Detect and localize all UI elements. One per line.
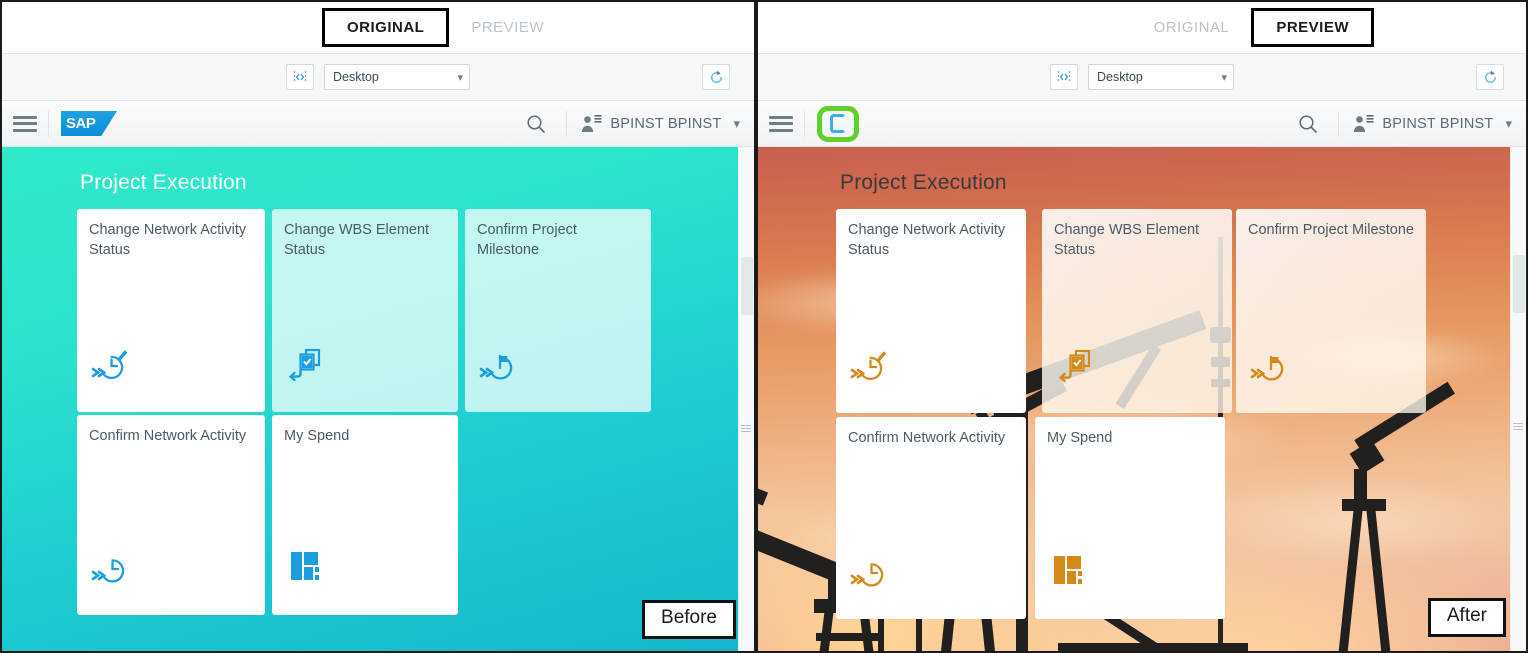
resize-grip-icon[interactable] xyxy=(1513,423,1523,432)
shellbar-divider xyxy=(48,110,49,137)
user-name-label: BPINST BPINST xyxy=(610,115,722,132)
tile-title: My Spend xyxy=(1047,430,1113,446)
left-tabstrip: ORIGINAL PREVIEW xyxy=(2,2,754,54)
hamburger-menu-icon[interactable] xyxy=(768,113,794,135)
clock-edit-icon xyxy=(850,343,896,385)
tile-change-wbs-element-status-right[interactable]: Change WBS Element Status xyxy=(1042,209,1232,413)
user-settings-icon xyxy=(1352,114,1374,134)
sap-logo-text: SAP xyxy=(66,115,96,132)
tile-title: Confirm Project Milestone xyxy=(477,222,577,258)
before-panel: ORIGINAL PREVIEW Desktop ▾ SAP BPINST BP… xyxy=(0,0,756,653)
tile-title: Change WBS Element Status xyxy=(284,222,430,258)
shellbar-divider xyxy=(804,110,805,137)
tile-title: Change Network Activity Status xyxy=(89,222,247,258)
tile-change-network-activity-status-left[interactable]: Change Network Activity Status xyxy=(77,209,265,412)
tile-title: My Spend xyxy=(284,428,350,444)
search-icon[interactable] xyxy=(519,107,553,141)
tile-title: Change WBS Element Status xyxy=(1054,222,1200,258)
tab-original-left[interactable]: ORIGINAL xyxy=(321,8,450,47)
caption-before: Before xyxy=(642,600,736,639)
tab-preview-left[interactable]: PREVIEW xyxy=(449,11,566,44)
comparison-stage: ORIGINAL PREVIEW Desktop ▾ SAP BPINST BP… xyxy=(0,0,1528,653)
hamburger-menu-icon[interactable] xyxy=(12,113,38,135)
tile-confirm-project-milestone-right[interactable]: Confirm Project Milestone xyxy=(1236,209,1426,413)
blocks-grid-icon xyxy=(286,545,332,587)
search-icon[interactable] xyxy=(1291,107,1325,141)
resize-horizontal-icon[interactable] xyxy=(286,64,314,90)
device-select-value: Desktop xyxy=(333,70,379,84)
shellbar-divider-2 xyxy=(1338,110,1340,137)
blocks-grid-icon xyxy=(1049,549,1095,591)
device-select-left[interactable]: Desktop ▾ xyxy=(324,64,470,90)
tile-change-network-activity-status-right[interactable]: Change Network Activity Status xyxy=(836,209,1026,413)
left-vertical-scrollbar[interactable] xyxy=(738,147,754,651)
right-vertical-scrollbar[interactable] xyxy=(1510,147,1526,651)
shellbar-divider-2 xyxy=(566,110,568,137)
chevron-down-icon: ▾ xyxy=(733,115,740,131)
tile-title: Change Network Activity Status xyxy=(848,222,1006,258)
copy-approve-icon xyxy=(1056,343,1102,385)
tile-confirm-network-activity-right[interactable]: Confirm Network Activity xyxy=(836,417,1026,619)
refresh-icon[interactable] xyxy=(702,64,730,90)
group-title-right: Project Execution xyxy=(840,171,1007,194)
milestone-flag-icon xyxy=(479,342,525,384)
clock-fast-icon xyxy=(91,545,137,587)
chevron-down-icon: ▾ xyxy=(1505,115,1512,131)
tile-my-spend-left[interactable]: My Spend xyxy=(272,415,458,615)
tab-preview-right[interactable]: PREVIEW xyxy=(1251,8,1374,47)
chevron-down-icon: ▾ xyxy=(1221,71,1227,84)
tile-title: Confirm Network Activity xyxy=(89,428,247,444)
copy-approve-icon xyxy=(286,342,332,384)
tile-change-wbs-element-status-left[interactable]: Change WBS Element Status xyxy=(272,209,458,412)
clock-fast-icon xyxy=(850,549,896,591)
caption-after: After xyxy=(1427,598,1506,637)
after-panel: ORIGINAL PREVIEW Desktop ▾ BPINST BPINST… xyxy=(756,0,1528,653)
tile-confirm-project-milestone-left[interactable]: Confirm Project Milestone xyxy=(465,209,651,412)
tile-my-spend-right[interactable]: My Spend xyxy=(1035,417,1225,619)
milestone-flag-icon xyxy=(1250,343,1296,385)
device-select-right[interactable]: Desktop ▾ xyxy=(1088,64,1234,90)
right-shellbar: BPINST BPINST ▾ xyxy=(758,101,1526,147)
scrollbar-thumb[interactable] xyxy=(741,257,753,315)
chevron-down-icon: ▾ xyxy=(457,71,463,84)
user-name-label: BPINST BPINST xyxy=(1382,115,1494,132)
resize-horizontal-icon[interactable] xyxy=(1050,64,1078,90)
scrollbar-thumb[interactable] xyxy=(1513,255,1525,313)
left-device-toolbar: Desktop ▾ xyxy=(2,54,754,101)
right-launchpad-canvas: Project Execution Change Network Activit… xyxy=(758,147,1526,651)
clock-edit-icon xyxy=(91,342,137,384)
left-launchpad-canvas: Project Execution Change Network Activit… xyxy=(2,147,754,651)
tile-title: Confirm Network Activity xyxy=(848,430,1006,446)
tab-original-right[interactable]: ORIGINAL xyxy=(1132,11,1252,44)
user-menu-right[interactable]: BPINST BPINST ▾ xyxy=(1352,114,1512,134)
custom-green-logo[interactable] xyxy=(817,105,859,142)
right-tabstrip: ORIGINAL PREVIEW xyxy=(758,2,1526,54)
tile-confirm-network-activity-left[interactable]: Confirm Network Activity xyxy=(77,415,265,615)
device-select-value: Desktop xyxy=(1097,70,1143,84)
right-device-toolbar: Desktop ▾ xyxy=(758,54,1526,101)
refresh-icon[interactable] xyxy=(1476,64,1504,90)
tile-title: Confirm Project Milestone xyxy=(1248,222,1414,238)
user-settings-icon xyxy=(580,114,602,134)
group-title-left: Project Execution xyxy=(80,171,247,194)
sap-logo[interactable]: SAP xyxy=(61,111,117,136)
left-shellbar: SAP BPINST BPINST ▾ xyxy=(2,101,754,147)
user-menu-left[interactable]: BPINST BPINST ▾ xyxy=(580,114,740,134)
resize-grip-icon[interactable] xyxy=(741,425,751,434)
